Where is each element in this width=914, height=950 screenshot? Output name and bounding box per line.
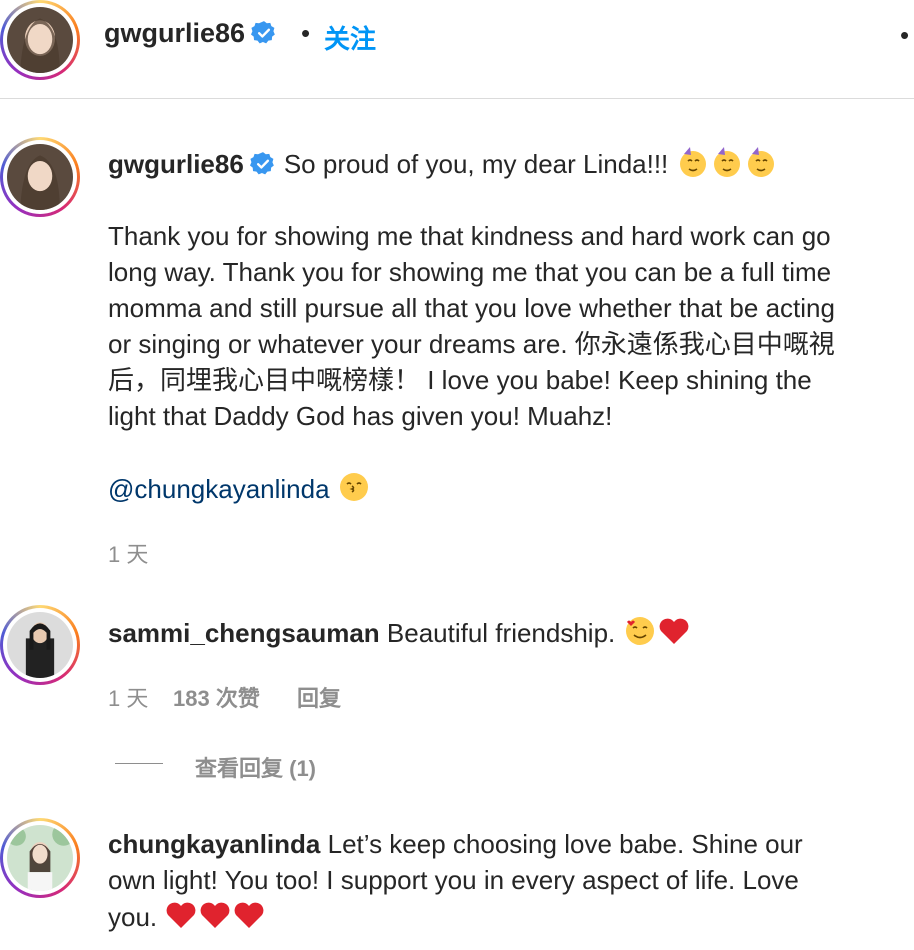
comment-time: 1 天 [108, 686, 149, 711]
comment-likes[interactable]: 183 次赞 [173, 681, 260, 713]
comment-username[interactable]: sammi_chengsauman [108, 618, 380, 648]
view-replies-button[interactable]: 查看回复 (1) [195, 751, 316, 783]
comment-text-line-last: you. [108, 898, 266, 935]
red-heart-icon [659, 618, 688, 644]
more-dots-icon[interactable]: • [900, 20, 909, 51]
smiling-face-with-hearts-icon [625, 617, 654, 645]
post-caption-first-line: gwgurlie86 So proud of you, my dear Linda… [108, 145, 914, 182]
view-replies-divider [115, 763, 163, 764]
post-author-avatar[interactable] [0, 137, 80, 217]
red-heart-icon [200, 902, 230, 928]
view-replies-label[interactable]: 查看回复 (1) [195, 756, 316, 781]
red-heart-icon [166, 902, 196, 928]
header-separator: • [301, 18, 311, 48]
caption-line: 后，同埋我心目中嘅榜樣！ I love you babe! Keep shini… [108, 365, 812, 395]
comment-likes-text[interactable]: 183 次赞 [173, 686, 260, 711]
caption-line: or singing or whatever your dreams are. … [108, 329, 835, 359]
comment-text: you. [108, 902, 158, 932]
header-avatar[interactable] [0, 0, 80, 80]
mention-link[interactable]: @chungkayanlinda [108, 474, 330, 504]
comment-body: sammi_chengsauman Beautiful friendship. [108, 614, 691, 651]
partying-face-icon [676, 147, 778, 179]
post-username[interactable]: gwgurlie86 [108, 149, 244, 179]
verified-badge-icon [251, 21, 275, 44]
comment-body: chungkayanlinda Let’s keep choosing love… [108, 826, 803, 862]
follow-button[interactable]: 关注 [324, 19, 376, 56]
reply-button[interactable]: 回复 [297, 681, 341, 713]
comment-username[interactable]: chungkayanlinda [108, 829, 320, 859]
kissing-face-icon [339, 473, 368, 501]
post-time: 1 天 [108, 542, 149, 567]
red-heart-icon [234, 902, 264, 928]
caption-line: momma and still pursue all that you love… [108, 293, 835, 323]
header-username-text[interactable]: gwgurlie86 [104, 18, 245, 48]
commenter-avatar[interactable] [0, 605, 80, 685]
header-username[interactable]: gwgurlie86 [104, 18, 277, 49]
caption-line: light that Daddy God has given you! Muah… [108, 401, 613, 431]
post-caption-text: So proud of you, my dear Linda!!! [283, 149, 669, 179]
mention-link-row: @chungkayanlinda [108, 470, 371, 507]
verified-badge-icon [249, 152, 274, 175]
commenter-avatar[interactable] [0, 818, 80, 898]
caption-line: long way. Thank you for showing me that … [108, 257, 832, 287]
reply-button-label[interactable]: 回复 [297, 686, 341, 711]
post-header: gwgurlie86 • 关注 • [0, 0, 914, 99]
comment-text: Let’s keep choosing love babe. Shine our [327, 829, 803, 859]
comment-text: Beautiful friendship. [386, 618, 616, 648]
comment-text-line: own light! You too! I support you in eve… [108, 865, 799, 895]
caption-line: Thank you for showing me that kindness a… [108, 221, 831, 251]
